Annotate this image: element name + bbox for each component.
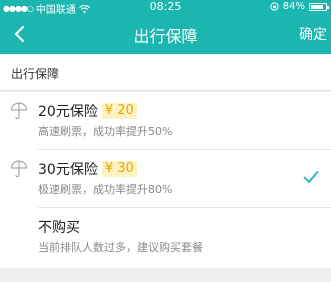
nav-bar: 出行保障 确定 bbox=[0, 14, 331, 54]
status-right: 84% bbox=[270, 1, 329, 12]
option-title: 20元保险 ¥ 20 bbox=[38, 101, 137, 121]
option-description: 高速刷票，成功率提升50% bbox=[38, 125, 173, 138]
checkmark-icon bbox=[303, 171, 319, 183]
option-name: 不购买 bbox=[38, 220, 80, 236]
confirm-button[interactable]: 确定 bbox=[299, 24, 327, 44]
price-badge: ¥ 30 bbox=[101, 161, 137, 177]
section-title: 出行保障 bbox=[0, 54, 331, 91]
battery-icon bbox=[309, 2, 329, 11]
price-badge: ¥ 20 bbox=[101, 103, 137, 119]
option-title: 不购买 bbox=[38, 217, 80, 237]
umbrella-icon bbox=[10, 102, 28, 120]
insurance-option-30[interactable]: 30元保险 ¥ 30 极速刷票，成功率提升80% bbox=[0, 150, 331, 208]
option-name: 30元保险 bbox=[38, 162, 98, 178]
page-title: 出行保障 bbox=[133, 27, 198, 46]
option-title: 30元保险 ¥ 30 bbox=[38, 159, 137, 179]
battery-percent: 84% bbox=[282, 1, 305, 12]
umbrella-icon bbox=[10, 160, 28, 178]
option-name: 20元保险 bbox=[38, 104, 98, 120]
no-insurance-option[interactable]: 不购买 当前排队人数过多，建议购买套餐 bbox=[0, 208, 331, 268]
insurance-options-list: 20元保险 ¥ 20 高速刷票，成功率提升50% 30元保险 ¥ 30 极速刷票… bbox=[0, 92, 331, 268]
option-description: 当前排队人数过多，建议购买套餐 bbox=[38, 241, 203, 254]
back-arrow-icon[interactable] bbox=[10, 24, 30, 44]
insurance-option-20[interactable]: 20元保险 ¥ 20 高速刷票，成功率提升50% bbox=[0, 92, 331, 150]
bottom-background bbox=[0, 268, 331, 282]
orientation-lock-icon bbox=[270, 2, 279, 11]
option-description: 极速刷票，成功率提升80% bbox=[38, 183, 173, 196]
status-bar: ●●●●○ 中国联通 08:25 84% bbox=[0, 0, 331, 16]
